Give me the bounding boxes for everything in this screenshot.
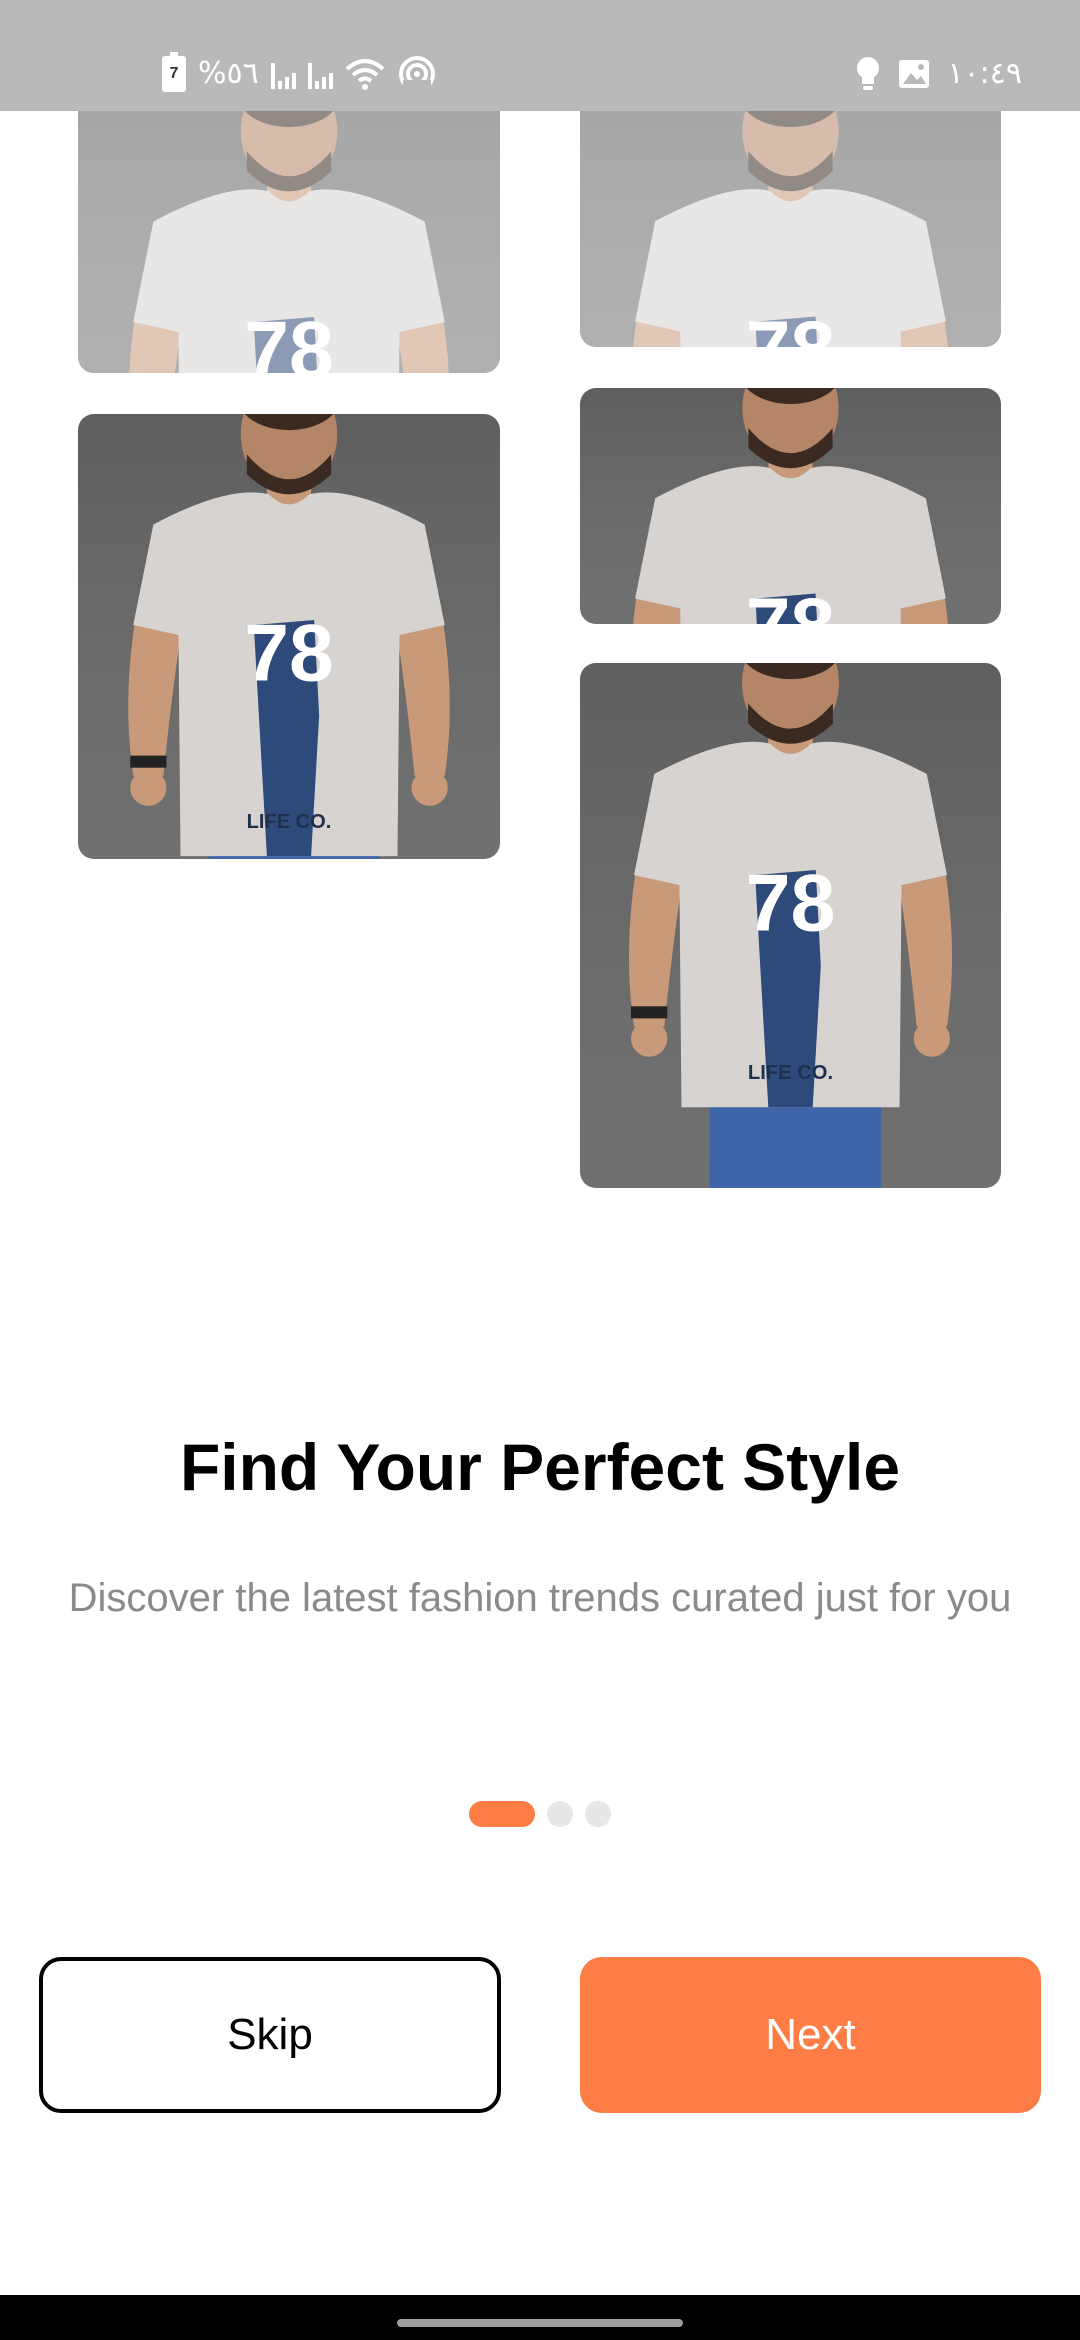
shirt-print-text: LIFE CO. bbox=[748, 1062, 833, 1084]
shirt-print-number: 78 bbox=[244, 305, 333, 373]
model-tshirt-photo: 78 LIFE CO. bbox=[580, 663, 1001, 1188]
home-gesture-handle[interactable] bbox=[397, 2319, 683, 2327]
page-dot-active bbox=[469, 1801, 535, 1827]
page-indicator bbox=[0, 1801, 1080, 1827]
model-illustration: 78 LIFE CO. bbox=[628, 663, 953, 1188]
navigation-bar bbox=[0, 2295, 1080, 2340]
page-dot bbox=[585, 1801, 611, 1827]
battery-percent: %٥٦ bbox=[198, 56, 259, 91]
model-tshirt-photo: 78LIFE CO. bbox=[580, 111, 1001, 347]
model-tshirt-photo: 78LIFE CO. bbox=[580, 388, 1001, 624]
wifi-icon bbox=[345, 59, 385, 90]
lightbulb-icon bbox=[857, 57, 880, 90]
signal-bars-icon bbox=[307, 59, 333, 89]
model-illustration: 78LIFE CO. bbox=[633, 111, 948, 347]
shirt-print-number: 78 bbox=[746, 581, 835, 624]
model-illustration: 78LIFE CO. bbox=[129, 111, 449, 373]
next-button[interactable]: Next bbox=[580, 1957, 1041, 2113]
battery-level: 7 bbox=[169, 65, 179, 82]
status-left-group: 7 %٥٦ bbox=[162, 52, 437, 96]
skip-button[interactable]: Skip bbox=[39, 1957, 501, 2113]
battery-icon: 7 bbox=[162, 52, 186, 92]
hotspot-icon bbox=[398, 56, 435, 94]
clock: ١٠:٤٩ bbox=[947, 56, 1022, 91]
model-tshirt-photo: 78 LIFE CO. bbox=[78, 414, 500, 859]
signal-bars-icon bbox=[270, 59, 296, 89]
shirt-print-text: LIFE CO. bbox=[247, 811, 332, 833]
shirt-print-number: 78 bbox=[746, 304, 835, 347]
image-icon bbox=[899, 60, 930, 88]
onboarding-title: Find Your Perfect Style bbox=[179, 1430, 901, 1504]
page-dot bbox=[547, 1801, 573, 1827]
onboarding-description: Discover the latest fashion trends curat… bbox=[68, 1576, 1012, 1620]
model-illustration: 78 LIFE CO. bbox=[128, 414, 450, 859]
status-bar: 7 %٥٦ ١٠:٤٩ bbox=[0, 0, 1080, 111]
model-tshirt-photo: 78LIFE CO. bbox=[78, 111, 500, 373]
model-illustration: 78LIFE CO. bbox=[633, 388, 948, 624]
shirt-print-number: 78 bbox=[746, 859, 836, 949]
shirt-print-number: 78 bbox=[244, 608, 333, 698]
status-right-group: ١٠:٤٩ bbox=[855, 52, 1022, 96]
